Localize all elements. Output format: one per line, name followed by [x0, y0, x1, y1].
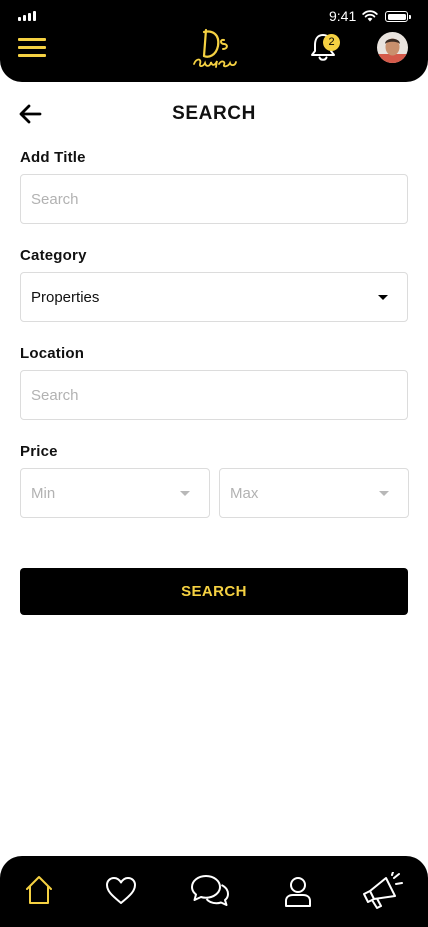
signal-icon — [18, 11, 38, 21]
wifi-icon — [362, 10, 378, 22]
battery-icon — [385, 11, 411, 22]
status-time: 9:41 — [329, 8, 357, 24]
price-max-placeholder: Max — [230, 484, 259, 502]
page-title: SEARCH — [172, 103, 256, 124]
price-max-select[interactable]: Max — [219, 468, 409, 518]
location-field[interactable] — [20, 370, 408, 420]
location-label: Location — [20, 345, 85, 362]
top-app-bar: 9:41 2 — [0, 0, 428, 82]
bottom-navigation — [0, 856, 428, 927]
chat-icon[interactable] — [190, 873, 230, 909]
status-bar: 9:41 — [0, 8, 428, 24]
avatar-image — [377, 32, 408, 63]
add-title-label: Add Title — [20, 149, 86, 166]
dropdown-caret-icon — [180, 491, 190, 496]
home-icon[interactable] — [24, 874, 54, 906]
menu-button[interactable] — [18, 38, 46, 58]
price-min-select[interactable]: Min — [20, 468, 210, 518]
heart-icon[interactable] — [104, 876, 138, 906]
dropdown-caret-icon — [379, 491, 389, 496]
avatar[interactable] — [377, 32, 408, 63]
category-select[interactable]: Properties — [20, 272, 408, 322]
category-selected-value: Properties — [31, 288, 100, 306]
megaphone-icon[interactable] — [360, 872, 404, 910]
user-icon[interactable] — [283, 876, 313, 908]
price-min-placeholder: Min — [31, 484, 56, 502]
page-header: SEARCH — [0, 100, 428, 130]
brand-logo — [193, 28, 237, 68]
dropdown-caret-icon — [378, 295, 388, 300]
category-label: Category — [20, 247, 87, 264]
location-input[interactable] — [31, 386, 397, 404]
notification-badge: 2 — [323, 34, 340, 51]
price-label: Price — [20, 443, 58, 460]
add-title-field[interactable] — [20, 174, 408, 224]
add-title-input[interactable] — [31, 190, 397, 208]
search-button[interactable]: SEARCH — [20, 568, 408, 615]
